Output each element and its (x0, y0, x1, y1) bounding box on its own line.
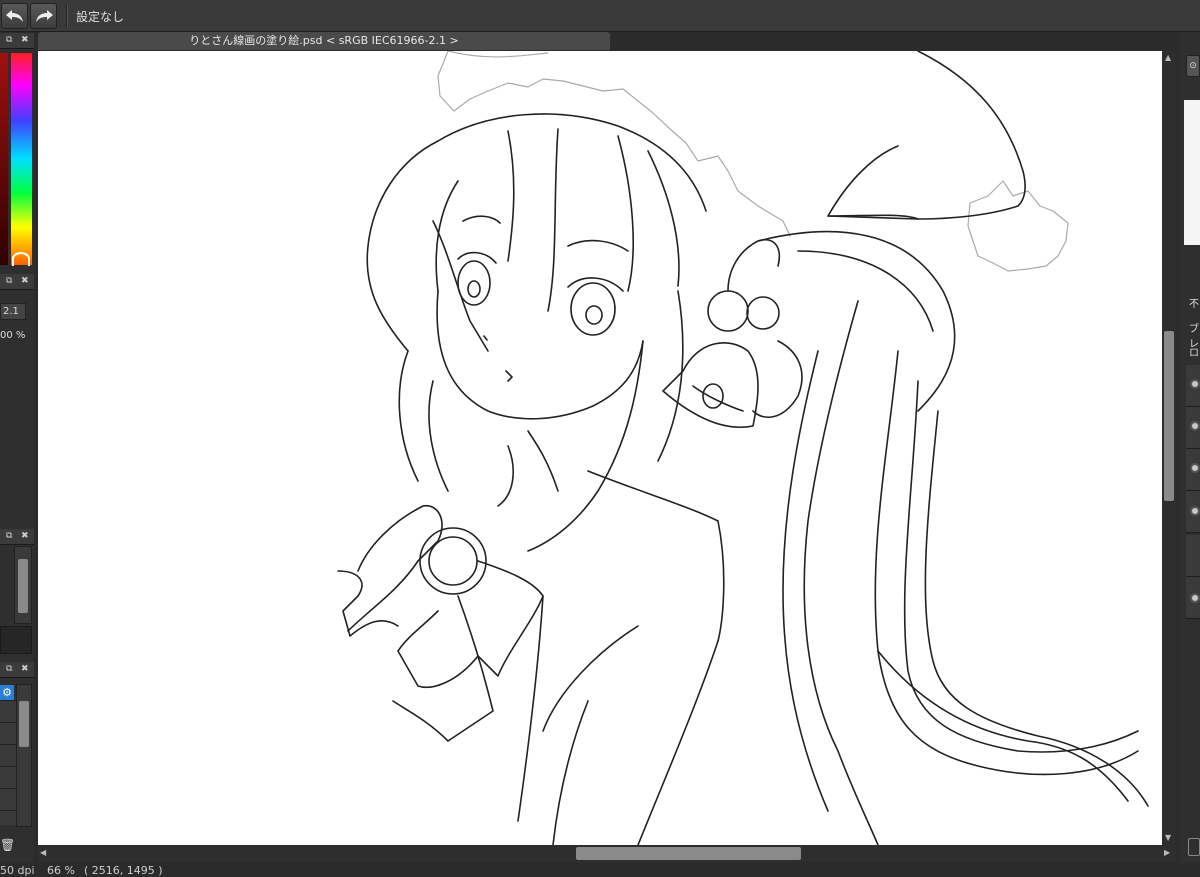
opacity-value: 00 % (0, 330, 26, 341)
toolbar-separator (66, 5, 68, 27)
material-grid[interactable] (0, 700, 16, 825)
color-panel-header: ⧉ ✖ (0, 33, 34, 49)
scrollbar-thumb[interactable] (576, 847, 801, 860)
material-panel-header: ⧉ ✖ (0, 662, 34, 678)
brush-size-field[interactable]: 2.1 (0, 303, 26, 320)
trash-icon[interactable]: 🗑 (0, 838, 18, 856)
brush-preset-label[interactable]: 設定なし (76, 8, 124, 25)
status-bar: 50 dpi 66 % ( 2516, 1495 ) (0, 863, 1200, 877)
undo-button[interactable] (1, 3, 28, 29)
scrollbar-thumb[interactable] (19, 701, 29, 747)
redo-icon (35, 10, 53, 22)
layer-row[interactable] (1186, 535, 1200, 577)
detach-icon[interactable]: ⧉ (6, 276, 12, 286)
list-panel-header: ⧉ ✖ (0, 529, 34, 545)
detach-icon[interactable]: ⧉ (6, 664, 12, 674)
scroll-up-arrow-icon[interactable]: ▲ (1165, 53, 1171, 62)
blend-mode-label: 不 (1189, 299, 1199, 310)
scrollbar-thumb[interactable] (18, 559, 28, 613)
drawing-canvas[interactable] (38, 51, 1162, 845)
detach-icon[interactable]: ⧉ (6, 35, 12, 45)
navigator-preview (1184, 100, 1200, 245)
new-layer-icon[interactable] (1188, 838, 1200, 856)
dpi-readout: 50 dpi (0, 864, 35, 877)
line-art-illustration (337, 51, 1149, 845)
close-icon[interactable]: ✖ (21, 531, 29, 541)
cursor-coords-readout: ( 2516, 1495 ) (84, 864, 163, 877)
close-icon[interactable]: ✖ (21, 276, 29, 286)
list-scrollbar[interactable] (14, 546, 32, 624)
undo-icon (5, 10, 23, 22)
visibility-eye-icon[interactable] (1190, 421, 1200, 431)
scroll-down-arrow-icon[interactable]: ▼ (1165, 833, 1171, 842)
top-toolbar: 設定なし (0, 0, 1200, 32)
redo-button[interactable] (30, 3, 57, 29)
brush-panel-header: ⧉ ✖ (0, 274, 34, 290)
canvas-vertical-scrollbar[interactable]: ▲ ▼ (1162, 51, 1176, 845)
visibility-eye-icon[interactable] (1190, 379, 1200, 389)
zoom-readout: 66 % (47, 864, 75, 877)
scrollbar-thumb[interactable] (1164, 331, 1174, 501)
hue-ring-indicator[interactable] (12, 252, 30, 266)
close-icon[interactable]: ✖ (21, 664, 29, 674)
scroll-left-arrow-icon[interactable]: ◀ (40, 848, 46, 857)
scroll-right-arrow-icon[interactable]: ▶ (1164, 848, 1170, 857)
document-tab[interactable]: りとさん線画の塗り絵.psd < sRGB IEC61966-2.1 > (38, 32, 610, 50)
hue-slider[interactable] (11, 53, 32, 265)
close-icon[interactable]: ✖ (21, 35, 29, 45)
canvas-horizontal-scrollbar[interactable]: ◀ ▶ (38, 845, 1176, 862)
navigator-button[interactable]: ⊙ (1186, 55, 1200, 77)
lock-label: ロ (1189, 348, 1199, 359)
material-scrollbar[interactable] (16, 684, 32, 827)
detach-icon[interactable]: ⧉ (6, 531, 12, 541)
visibility-eye-icon[interactable] (1190, 506, 1200, 516)
list-footer (0, 626, 32, 654)
settings-gear-icon[interactable]: ⚙ (0, 685, 14, 701)
color-saturation-strip[interactable] (0, 53, 8, 265)
visibility-eye-icon[interactable] (1190, 593, 1200, 603)
visibility-eye-icon[interactable] (1190, 463, 1200, 473)
